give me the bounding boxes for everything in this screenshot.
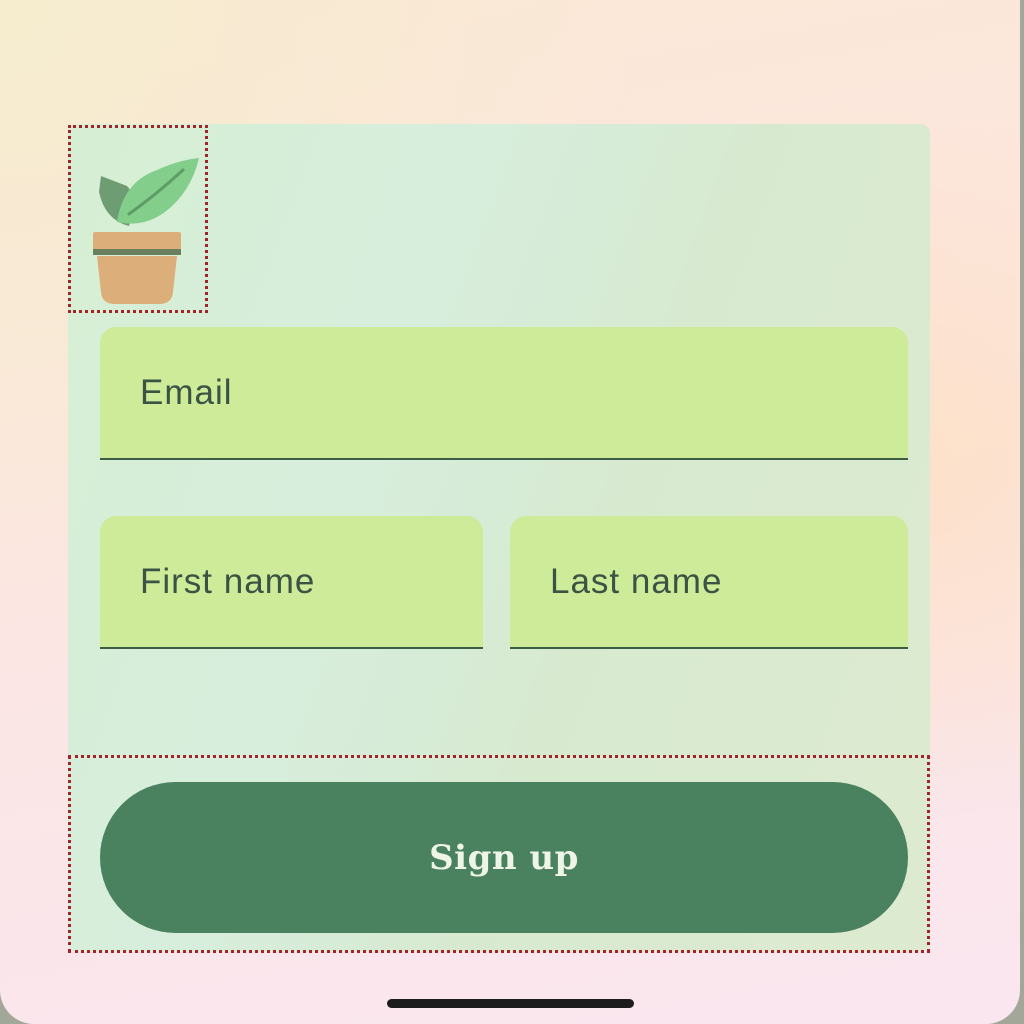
- first-name-field[interactable]: First name: [100, 516, 483, 649]
- first-name-label: First name: [140, 562, 316, 601]
- last-name-label: Last name: [550, 562, 723, 601]
- email-field[interactable]: Email: [100, 327, 908, 460]
- email-label: Email: [140, 373, 233, 412]
- app-screen: Email First name Last name Sign up: [0, 0, 1020, 1024]
- sign-up-button[interactable]: Sign up: [100, 782, 908, 933]
- home-indicator[interactable]: [387, 999, 634, 1008]
- last-name-field[interactable]: Last name: [510, 516, 908, 649]
- potted-plant-icon: [93, 158, 199, 304]
- logo-highlight: [68, 125, 208, 313]
